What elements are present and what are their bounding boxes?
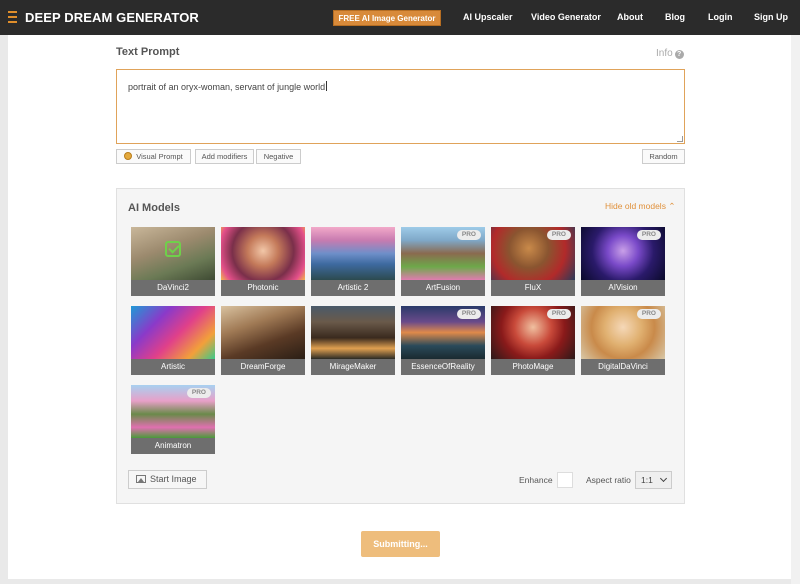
ai-models-title: AI Models bbox=[128, 202, 180, 214]
enhance-checkbox[interactable] bbox=[557, 472, 573, 488]
model-tile-animatron[interactable]: PRO Animatron bbox=[131, 385, 215, 454]
pro-badge: PRO bbox=[186, 388, 211, 398]
model-name: Artistic bbox=[131, 359, 215, 375]
menu-icon[interactable] bbox=[8, 11, 17, 24]
hide-old-models-label: Hide old models bbox=[605, 201, 666, 211]
selected-check-icon bbox=[165, 241, 181, 257]
prompt-textarea[interactable]: portrait of an oryx-woman, servant of ju… bbox=[116, 69, 685, 144]
model-tile-artfusion[interactable]: PRO ArtFusion bbox=[401, 227, 485, 296]
model-thumbnail bbox=[131, 306, 215, 359]
start-image-label: Start Image bbox=[150, 474, 197, 484]
model-thumbnail bbox=[221, 227, 305, 280]
model-name: Photonic bbox=[221, 280, 305, 296]
model-name: Animatron bbox=[131, 438, 215, 454]
info-label: Info bbox=[656, 48, 673, 59]
nav-link-video-generator[interactable]: Video Generator bbox=[531, 12, 601, 22]
image-icon bbox=[136, 475, 146, 483]
model-name: AIVision bbox=[581, 280, 665, 296]
visual-prompt-button[interactable]: Visual Prompt bbox=[116, 149, 191, 164]
nav-link-login[interactable]: Login bbox=[708, 12, 733, 22]
model-name: DigitalDaVinci bbox=[581, 359, 665, 375]
chevron-up-icon: ⌃ bbox=[668, 201, 676, 211]
model-tile-photomage[interactable]: PRO PhotoMage bbox=[491, 306, 575, 375]
model-name: MirageMaker bbox=[311, 359, 395, 375]
model-thumbnail bbox=[311, 306, 395, 359]
add-modifiers-button[interactable]: Add modifiers bbox=[195, 149, 254, 164]
model-name: EssenceOfReality bbox=[401, 359, 485, 375]
nav-link-about[interactable]: About bbox=[617, 12, 643, 22]
aspect-ratio-value: 1:1 bbox=[641, 475, 653, 485]
model-tile-dreamforge[interactable]: DreamForge bbox=[221, 306, 305, 375]
text-prompt-label: Text Prompt bbox=[116, 46, 180, 58]
prompt-value: portrait of an oryx-woman, servant of ju… bbox=[128, 82, 326, 92]
aspect-ratio-label: Aspect ratio bbox=[586, 475, 631, 485]
brand-logo[interactable]: DEEP DREAM GENERATOR bbox=[25, 10, 199, 25]
question-icon: ? bbox=[674, 50, 684, 59]
submit-button[interactable]: Submitting... bbox=[361, 531, 440, 557]
negative-button[interactable]: Negative bbox=[256, 149, 301, 164]
resize-grip-icon[interactable] bbox=[677, 136, 683, 142]
model-name: FluX bbox=[491, 280, 575, 296]
pro-badge: PRO bbox=[456, 230, 481, 240]
model-name: ArtFusion bbox=[401, 280, 485, 296]
nav-link-blog[interactable]: Blog bbox=[665, 12, 685, 22]
model-tile-photonic[interactable]: Photonic bbox=[221, 227, 305, 296]
model-tile-digitaldavinci[interactable]: PRO DigitalDaVinci bbox=[581, 306, 665, 375]
model-tile-flux[interactable]: PRO FluX bbox=[491, 227, 575, 296]
top-navbar: DEEP DREAM GENERATOR FREE AI Image Gener… bbox=[0, 0, 800, 35]
pro-badge: PRO bbox=[546, 309, 571, 319]
chevron-down-icon bbox=[659, 474, 668, 483]
aspect-ratio-select[interactable]: 1:1 bbox=[635, 471, 672, 489]
model-tile-davinci2[interactable]: DaVinci2 bbox=[131, 227, 215, 296]
model-name: Artistic 2 bbox=[311, 280, 395, 296]
enhance-label: Enhance bbox=[519, 475, 553, 485]
model-name: DaVinci2 bbox=[131, 280, 215, 296]
model-tile-aivision[interactable]: PRO AIVision bbox=[581, 227, 665, 296]
model-tile-essenceofreality[interactable]: PRO EssenceOfReality bbox=[401, 306, 485, 375]
pro-badge: PRO bbox=[636, 309, 661, 319]
model-name: PhotoMage bbox=[491, 359, 575, 375]
random-button[interactable]: Random bbox=[642, 149, 685, 164]
start-image-button[interactable]: Start Image bbox=[128, 470, 207, 489]
nav-link-ai-upscaler[interactable]: AI Upscaler bbox=[463, 12, 513, 22]
model-thumbnail bbox=[311, 227, 395, 280]
hide-old-models-link[interactable]: Hide old models ⌃ bbox=[605, 201, 675, 212]
model-thumbnail bbox=[221, 306, 305, 359]
page-scrollbar[interactable] bbox=[791, 35, 800, 584]
prompt-text-value: portrait of an oryx-woman, servant of ju… bbox=[128, 81, 328, 92]
free-ai-image-generator-button[interactable]: FREE AI Image Generator bbox=[333, 10, 441, 26]
palette-icon bbox=[124, 152, 133, 160]
text-caret bbox=[326, 81, 328, 91]
model-name: DreamForge bbox=[221, 359, 305, 375]
pro-badge: PRO bbox=[546, 230, 571, 240]
pro-badge: PRO bbox=[456, 309, 481, 319]
model-tile-artistic[interactable]: Artistic bbox=[131, 306, 215, 375]
visual-prompt-label: Visual Prompt bbox=[136, 152, 183, 161]
model-tile-miragemaker[interactable]: MirageMaker bbox=[311, 306, 395, 375]
info-link[interactable]: Info? bbox=[656, 48, 684, 59]
model-tile-artistic-2[interactable]: Artistic 2 bbox=[311, 227, 395, 296]
nav-link-sign-up[interactable]: Sign Up bbox=[754, 12, 788, 22]
pro-badge: PRO bbox=[636, 230, 661, 240]
